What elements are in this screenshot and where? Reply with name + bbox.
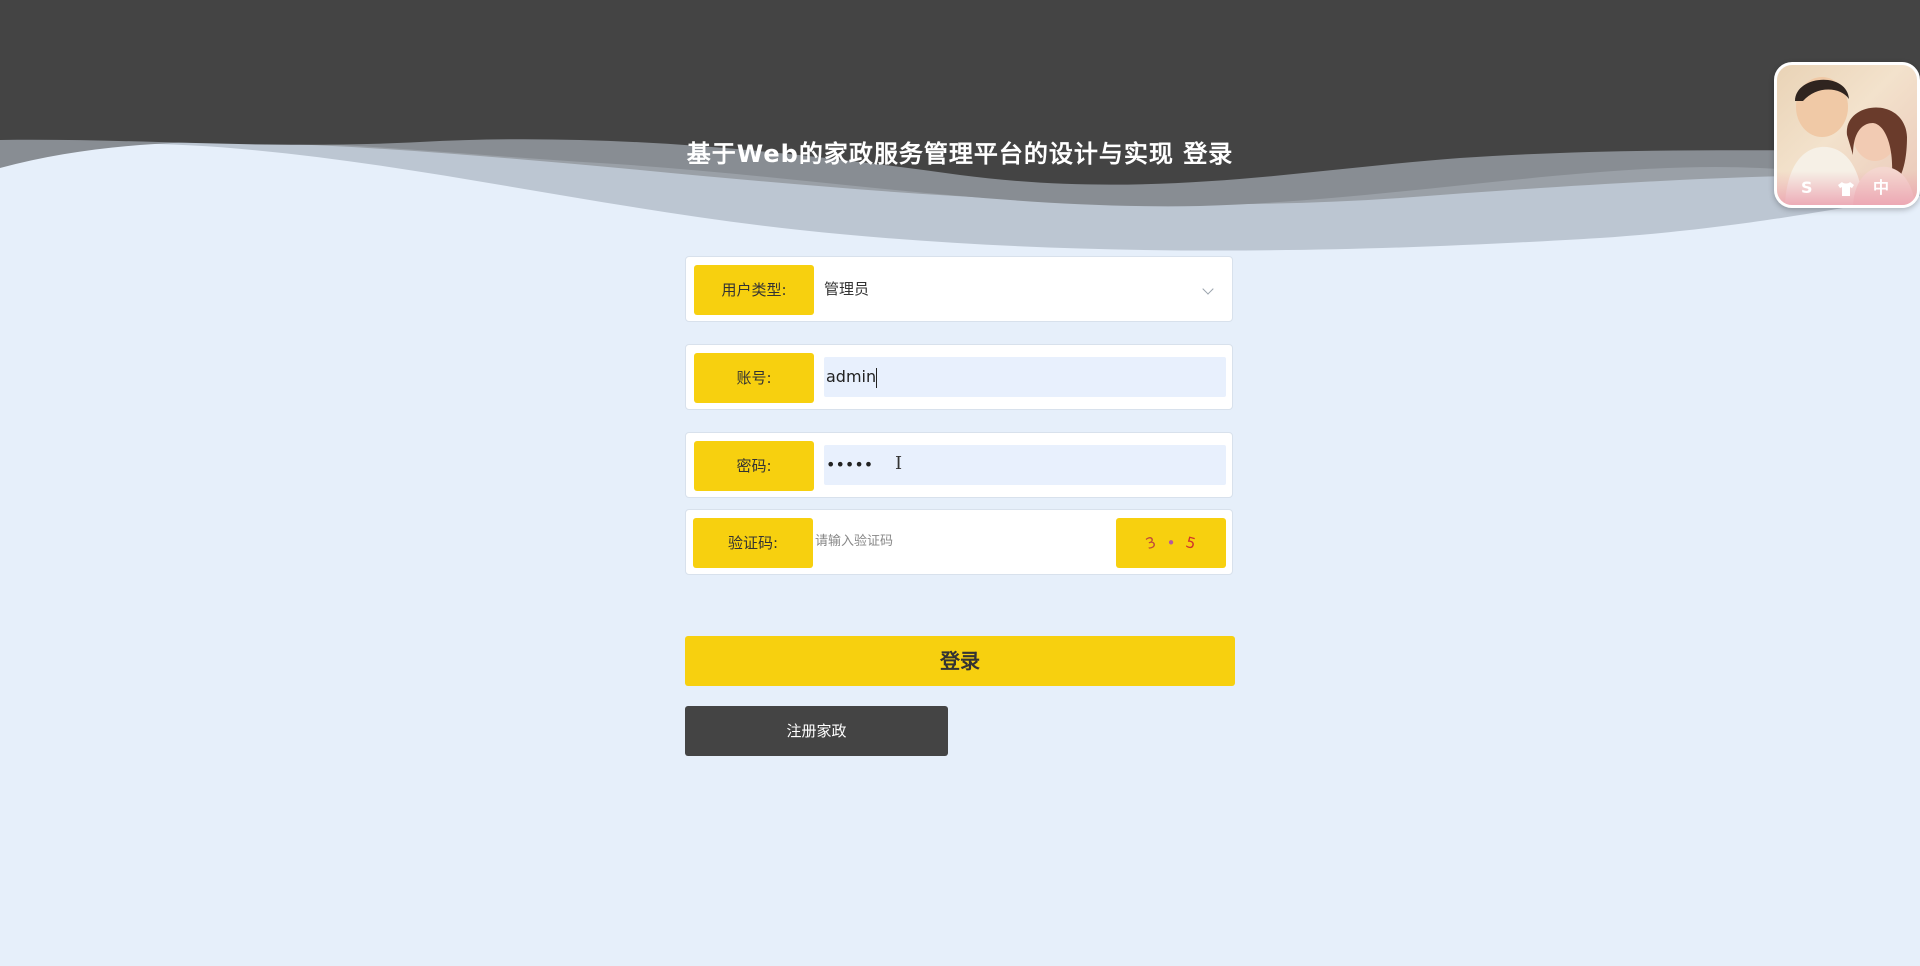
account-value: admin xyxy=(826,367,877,386)
captcha-char: • xyxy=(1166,534,1176,552)
captcha-input[interactable]: 请输入验证码 xyxy=(815,510,893,574)
captcha-label: 验证码: xyxy=(693,518,813,568)
captcha-char: 5 xyxy=(1184,533,1198,553)
login-button[interactable]: 登录 xyxy=(685,636,1235,686)
captcha-image[interactable]: 3 • 5 xyxy=(1116,518,1226,568)
page-title: 基于Web的家政服务管理平台的设计与实现 登录 xyxy=(686,140,1234,168)
shirt-icon[interactable] xyxy=(1837,171,1855,205)
user-type-label: 用户类型: xyxy=(694,265,814,315)
ime-toolbar: S 中 xyxy=(1777,171,1917,205)
s-logo-icon[interactable]: S xyxy=(1801,171,1813,205)
text-caret xyxy=(876,367,878,388)
password-value: ••••• xyxy=(826,455,874,474)
captcha-char: 3 xyxy=(1143,532,1159,554)
captcha-row: 验证码: 请输入验证码 3 • 5 xyxy=(685,509,1233,575)
password-row: 密码: ••••• xyxy=(685,432,1233,498)
password-label: 密码: xyxy=(694,441,814,491)
user-type-row[interactable]: 用户类型: 管理员 xyxy=(685,256,1233,322)
password-input[interactable]: ••••• xyxy=(824,445,1226,485)
account-label: 账号: xyxy=(694,353,814,403)
user-type-select[interactable]: 管理员 xyxy=(824,257,869,321)
chinese-input-icon[interactable]: 中 xyxy=(1873,171,1889,205)
chevron-down-icon[interactable] xyxy=(1202,283,1214,295)
login-page: 基于Web的家政服务管理平台的设计与实现 登录 用户类型: 管理员 账号: ad… xyxy=(0,0,1920,966)
account-input[interactable]: admin xyxy=(824,357,1226,397)
register-button[interactable]: 注册家政 xyxy=(685,706,948,756)
text-cursor-icon: I xyxy=(895,453,903,474)
account-row: 账号: admin xyxy=(685,344,1233,410)
floating-ime-widget[interactable]: S 中 xyxy=(1774,62,1920,208)
